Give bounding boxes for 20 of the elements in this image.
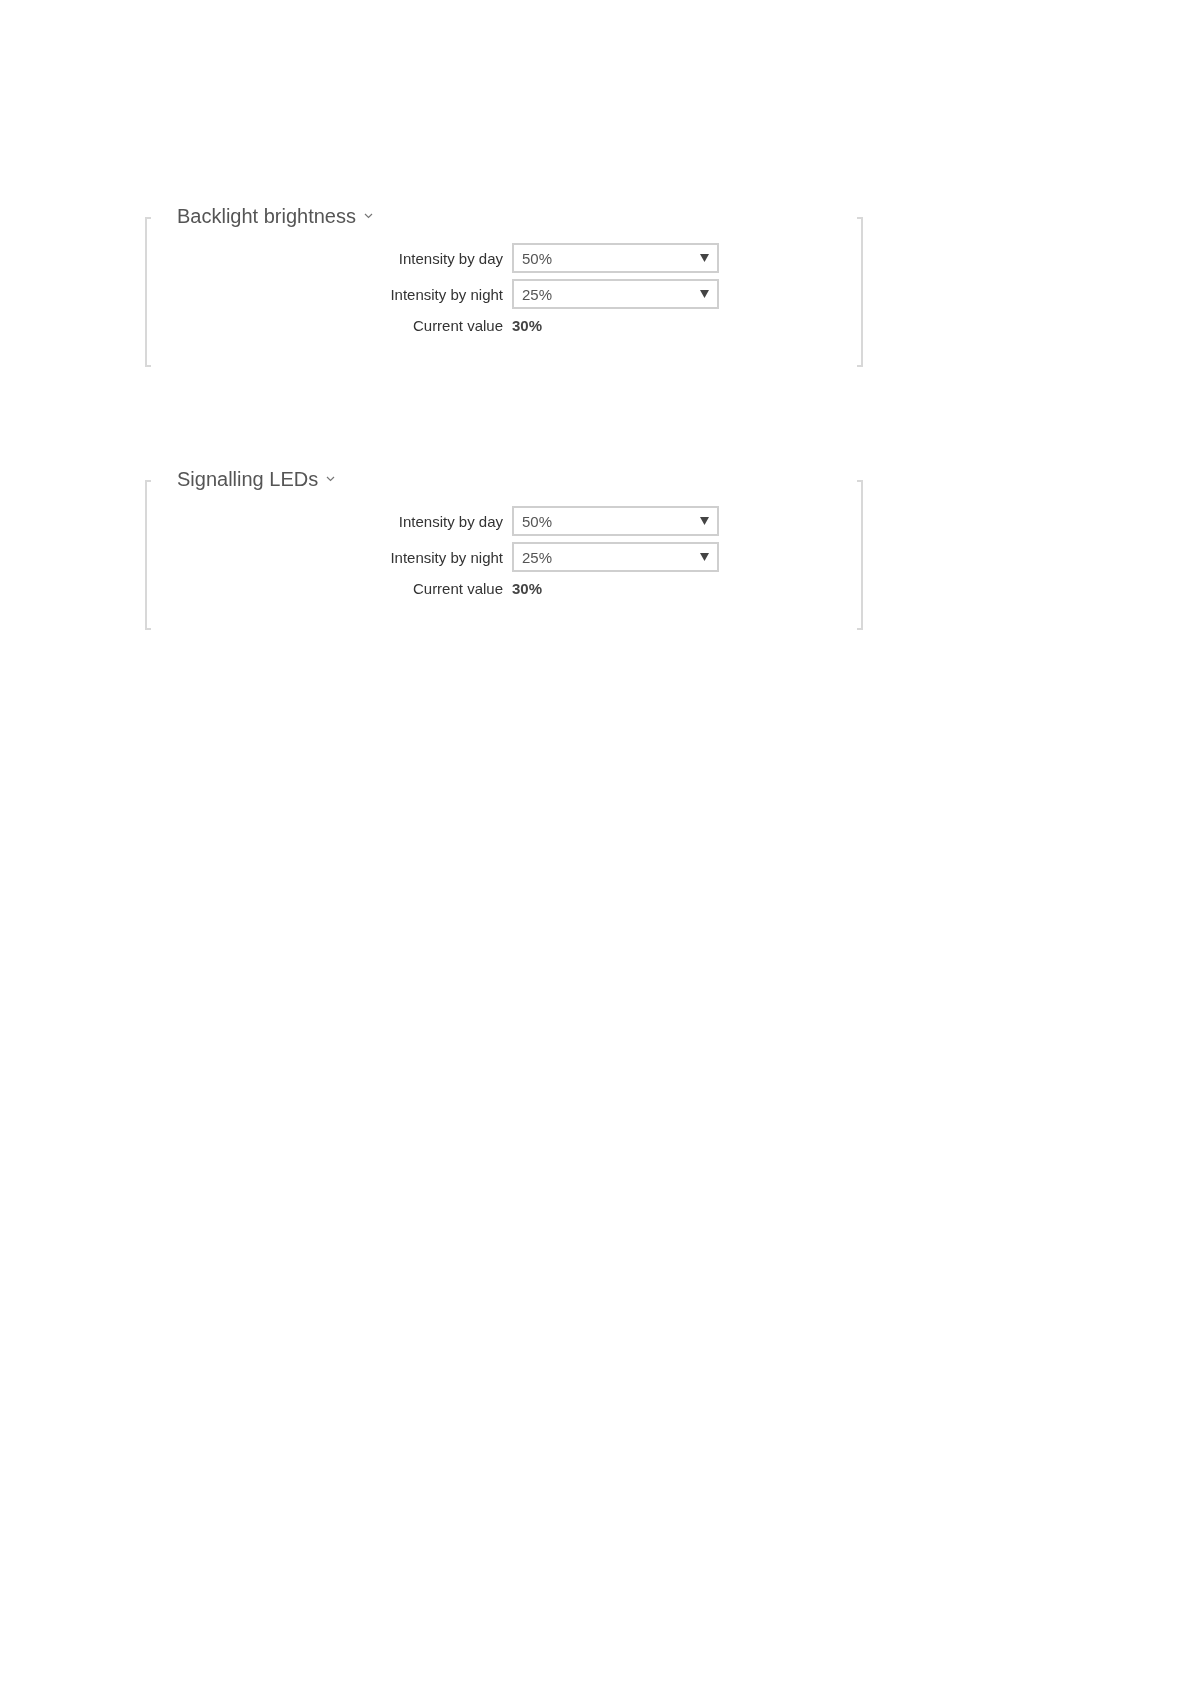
current-value: 30% [512, 579, 544, 599]
field-label: Intensity by night [390, 548, 503, 566]
current-value: 30% [512, 316, 544, 336]
chevron-down-icon[interactable] [364, 213, 373, 219]
dropdown-field[interactable]: 25% [512, 279, 719, 309]
dropdown-arrow-icon [700, 290, 709, 298]
field-label: Current value [412, 580, 503, 597]
section-title: Backlight brightness [177, 204, 356, 228]
dropdown-arrow-icon [700, 553, 709, 561]
dropdown-field[interactable]: 50% [512, 243, 719, 273]
field-label: Current value [412, 317, 503, 334]
dropdown-arrow-icon [700, 517, 709, 525]
dropdown-field[interactable]: 50% [512, 506, 719, 536]
chevron-down-icon[interactable] [326, 476, 336, 482]
section-title: Signalling LEDs [177, 467, 319, 491]
field-label: Intensity by day [398, 512, 503, 530]
dropdown-arrow-icon [700, 254, 709, 262]
dropdown-field[interactable]: 25% [512, 542, 719, 572]
field-label: Intensity by night [390, 285, 503, 303]
field-label: Intensity by day [398, 249, 503, 267]
